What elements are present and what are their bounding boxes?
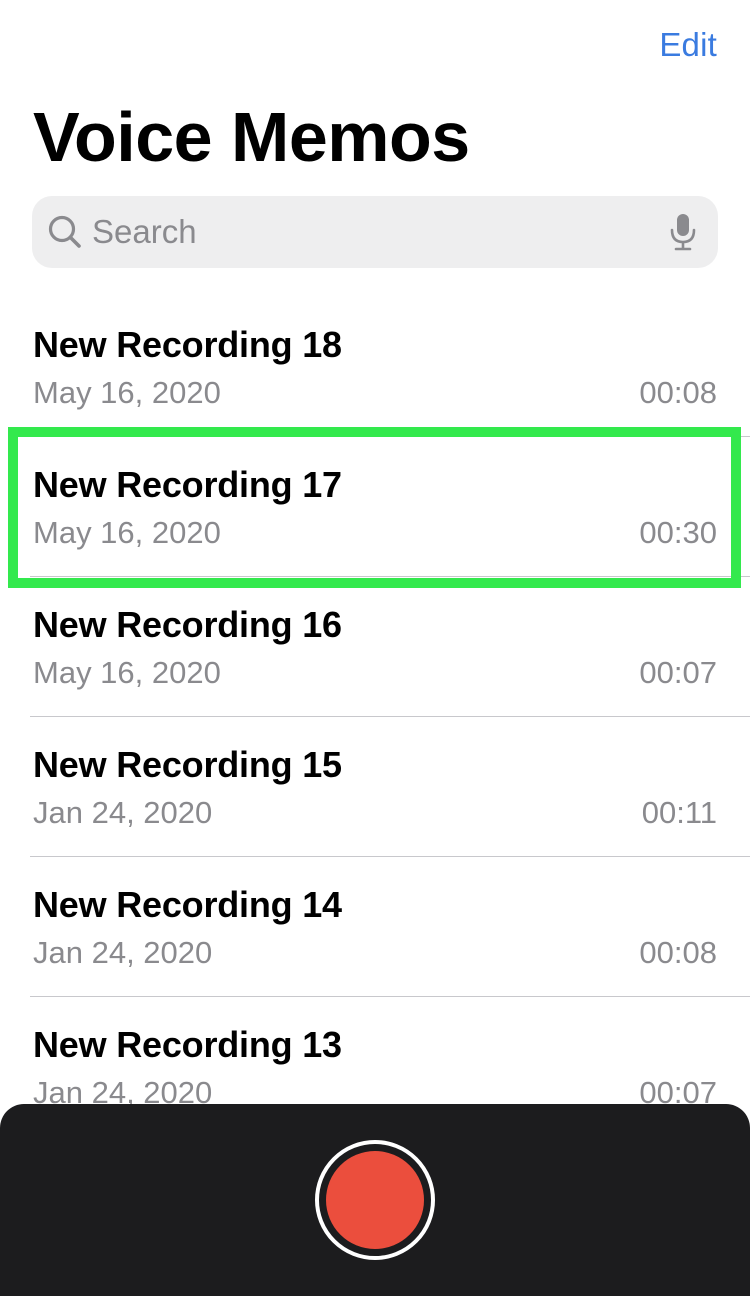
search-icon <box>48 215 81 248</box>
record-button[interactable] <box>315 1140 435 1260</box>
page-title: Voice Memos <box>33 98 470 176</box>
recording-title: New Recording 18 <box>33 324 342 365</box>
microphone-icon[interactable] <box>668 212 698 252</box>
recording-duration: 00:30 <box>639 515 717 550</box>
recording-date: May 16, 2020 <box>33 375 221 410</box>
recordings-list: New Recording 18 May 16, 2020 00:08 New … <box>0 297 750 1137</box>
recording-duration: 00:08 <box>639 375 717 410</box>
recording-title: New Recording 17 <box>33 464 342 505</box>
recording-title: New Recording 14 <box>33 884 342 925</box>
recording-duration: 00:08 <box>639 935 717 970</box>
recording-duration: 00:07 <box>639 655 717 690</box>
recording-title: New Recording 15 <box>33 744 342 785</box>
recording-date: Jan 24, 2020 <box>33 795 213 830</box>
recording-date: Jan 24, 2020 <box>33 935 213 970</box>
recording-row[interactable]: New Recording 18 May 16, 2020 00:08 <box>0 297 750 437</box>
recording-date: May 16, 2020 <box>33 655 221 690</box>
search-input[interactable] <box>92 196 652 268</box>
edit-button[interactable]: Edit <box>659 26 717 64</box>
recording-duration: 00:11 <box>641 795 717 830</box>
recording-title: New Recording 16 <box>33 604 342 645</box>
recording-row[interactable]: New Recording 15 Jan 24, 2020 00:11 <box>0 717 750 857</box>
recording-date: May 16, 2020 <box>33 515 221 550</box>
recording-row[interactable]: New Recording 17 May 16, 2020 00:30 <box>0 437 750 577</box>
recording-row[interactable]: New Recording 16 May 16, 2020 00:07 <box>0 577 750 717</box>
search-bar[interactable] <box>32 196 718 268</box>
record-icon <box>326 1151 424 1249</box>
recording-row[interactable]: New Recording 14 Jan 24, 2020 00:08 <box>0 857 750 997</box>
recording-title: New Recording 13 <box>33 1024 342 1065</box>
